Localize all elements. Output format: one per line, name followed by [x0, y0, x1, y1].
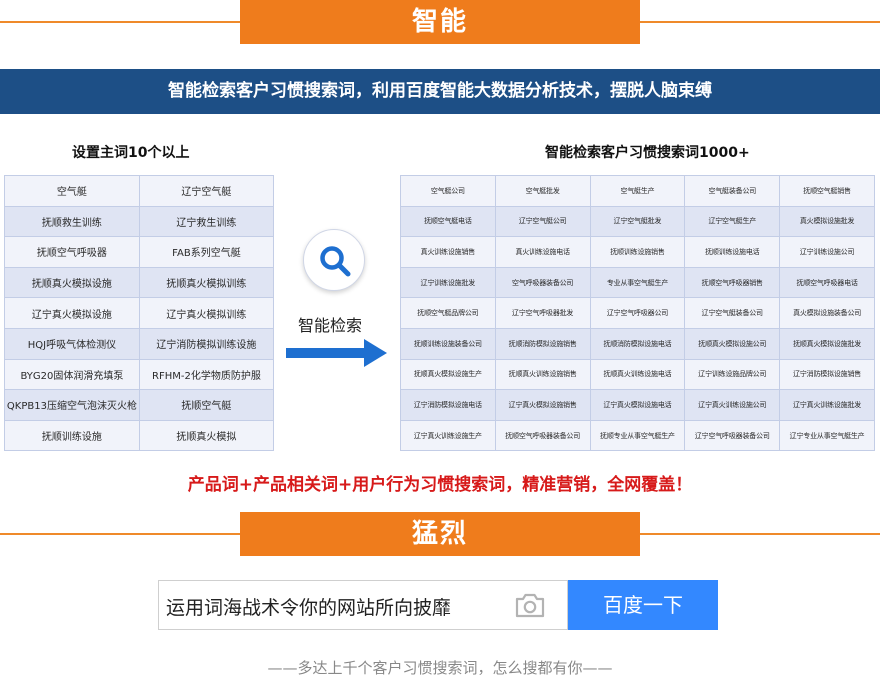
keyword-cell: 抚顺真火模拟设施生产 — [400, 358, 496, 391]
table-row: 辽宁训练设施批发 空气呼吸器装备公司 专业从事空气艇生产 抚顺空气呼吸器销售 抚顺空气呼… — [400, 266, 875, 299]
keyword-cell: 专业从事空气艇生产 — [589, 266, 686, 299]
keyword-cell: 抚顺训练设施电话 — [684, 236, 781, 268]
keyword-cell: 辽宁空气艇公司 — [494, 205, 591, 238]
table-row: 抚顺空气艇品牌公司 辽宁空气呼吸器批发 辽宁空气呼吸器公司 辽宁空气艇装备公司 真火模拟… — [400, 297, 875, 329]
keyword-cell: 真火训练设施电话 — [494, 236, 591, 268]
table-row: 空气艇 辽宁空气艇 — [4, 175, 275, 207]
keyword-cell: 辽宁训练设施公司 — [779, 236, 875, 268]
keyword-cell: 辽宁空气艇生产 — [684, 205, 781, 238]
keyword-cell: 抚顺空气艇销售 — [779, 175, 875, 207]
keyword-cell: 抚顺真火模拟设施 — [4, 266, 140, 299]
search-box[interactable]: 运用词海战术令你的网站所向披靡 — [158, 580, 568, 630]
table-row: BYG20固体润滑充填泵 RFHM-2化学物质防护服 — [4, 358, 275, 391]
table-row: 真火训练设施销售 真火训练设施电话 抚顺训练设施销售 抚顺训练设施电话 辽宁训练设施公司 — [400, 236, 875, 268]
keyword-cell: 抚顺专业从事空气艇生产 — [589, 419, 686, 452]
table-row: 抚顺真火模拟设施生产 抚顺真火训练设施销售 抚顺真火训练设施电话 辽宁训练设施品牌公司… — [400, 358, 875, 391]
keyword-cell: 空气艇生产 — [589, 175, 686, 207]
keyword-cell: 抚顺训练设施销售 — [589, 236, 686, 268]
keyword-cell: HQJ呼吸气体检测仪 — [4, 327, 140, 360]
keyword-cell: 辽宁空气呼吸器装备公司 — [684, 419, 781, 452]
banner-headline: 智能检索客户习惯搜索词，利用百度智能大数据分析技术，摆脱人脑束缚 — [0, 69, 880, 114]
search-input[interactable]: 运用词海战术令你的网站所向披靡 — [166, 593, 451, 620]
table-row: 辽宁真火模拟设施 辽宁真火模拟训练 — [4, 297, 275, 329]
keyword-cell: 辽宁真火模拟设施 — [4, 297, 140, 329]
keyword-cell: 辽宁真火模拟训练 — [138, 297, 275, 329]
keyword-cell: 抚顺真火模拟设施批发 — [779, 327, 875, 360]
keyword-cell: 抚顺真火模拟 — [138, 419, 275, 452]
keyword-cell: 辽宁真火训练设施公司 — [684, 389, 781, 421]
table-row: 空气艇公司 空气艇批发 空气艇生产 空气艇装备公司 抚顺空气艇销售 — [400, 175, 875, 207]
main-keywords-title: 设置主词10个以上 — [72, 145, 190, 161]
slogan-text: 产品词+产品相关词+用户行为习惯搜索词，精准营销，全网覆盖！ — [187, 475, 693, 495]
keyword-cell: 辽宁消防模拟设施销售 — [779, 358, 875, 391]
keyword-cell: 抚顺空气呼吸器销售 — [684, 266, 781, 299]
keyword-cell: 辽宁消防模拟设施电话 — [400, 389, 496, 421]
keyword-cell: 真火训练设施销售 — [400, 236, 496, 268]
keyword-cell: 真火模拟设施批发 — [779, 205, 875, 238]
keyword-cell: 辽宁空气艇 — [138, 175, 275, 207]
keyword-cell: 辽宁空气艇批发 — [589, 205, 686, 238]
keyword-cell: 真火模拟设施装备公司 — [779, 297, 875, 329]
keyword-cell: 抚顺空气艇 — [138, 389, 275, 421]
table-row: 抚顺真火模拟设施 抚顺真火模拟训练 — [4, 266, 275, 299]
section-title-smart: 智能 — [240, 0, 640, 44]
table-row: QKPB13压缩空气泡沫灭火枪 抚顺空气艇 — [4, 389, 275, 421]
table-row: 抚顺训练设施 抚顺真火模拟 — [4, 419, 275, 452]
keyword-cell: BYG20固体润滑充填泵 — [4, 358, 140, 391]
keyword-cell: 空气艇装备公司 — [684, 175, 781, 207]
keyword-cell: 辽宁专业从事空气艇生产 — [779, 419, 875, 452]
keyword-cell: 抚顺空气呼吸器 — [4, 236, 140, 268]
keyword-cell: 辽宁空气艇装备公司 — [684, 297, 781, 329]
keyword-cell: 抚顺训练设施 — [4, 419, 140, 452]
keyword-cell: 抚顺空气艇品牌公司 — [400, 297, 496, 329]
main-keywords-table: 空气艇 辽宁空气艇 抚顺救生训练 辽宁救生训练 抚顺空气呼吸器 FAB系列空气艇 抚顺真火模… — [4, 175, 275, 452]
keyword-cell: 空气呼吸器装备公司 — [494, 266, 591, 299]
expanded-keywords-table: 空气艇公司 空气艇批发 空气艇生产 空气艇装备公司 抚顺空气艇销售 抚顺空气艇电话 辽宁空气… — [400, 175, 875, 452]
search-icon-circle — [303, 229, 365, 291]
keyword-cell: 辽宁真火训练设施批发 — [779, 389, 875, 421]
keyword-cell: 抚顺空气呼吸器装备公司 — [494, 419, 591, 452]
keyword-cell: 抚顺真火训练设施电话 — [589, 358, 686, 391]
keyword-cell: QKPB13压缩空气泡沫灭火枪 — [4, 389, 140, 421]
keyword-cell: 空气艇公司 — [400, 175, 496, 207]
camera-icon[interactable] — [514, 592, 546, 619]
table-row: 辽宁真火训练设施生产 抚顺空气呼吸器装备公司 抚顺专业从事空气艇生产 辽宁空气呼吸器装… — [400, 419, 875, 452]
table-row: 抚顺空气艇电话 辽宁空气艇公司 辽宁空气艇批发 辽宁空气艇生产 真火模拟设施批发 — [400, 205, 875, 238]
keyword-cell: 辽宁训练设施批发 — [400, 266, 496, 299]
search-button[interactable]: 百度一下 — [568, 580, 718, 630]
keyword-cell: 辽宁空气呼吸器批发 — [494, 297, 591, 329]
keyword-cell: 辽宁训练设施品牌公司 — [684, 358, 781, 391]
keyword-cell: FAB系列空气艇 — [138, 236, 275, 268]
table-row: HQJ呼吸气体检测仪 辽宁消防模拟训练设施 — [4, 327, 275, 360]
keyword-cell: 抚顺真火模拟训练 — [138, 266, 275, 299]
search-icon — [320, 246, 351, 277]
keyword-cell: 抚顺空气艇电话 — [400, 205, 496, 238]
expanded-keywords-title: 智能检索客户习惯搜索词1000+ — [545, 145, 750, 161]
smart-search-label: 智能检索 — [298, 316, 363, 335]
keyword-cell: 空气艇 — [4, 175, 140, 207]
keyword-cell: RFHM-2化学物质防护服 — [138, 358, 275, 391]
keyword-cell: 辽宁真火训练设施生产 — [400, 419, 496, 452]
keyword-cell: 辽宁救生训练 — [138, 205, 275, 238]
keyword-cell: 辽宁空气呼吸器公司 — [589, 297, 686, 329]
keyword-cell: 辽宁消防模拟训练设施 — [138, 327, 275, 360]
keyword-cell: 抚顺训练设施装备公司 — [400, 327, 496, 360]
table-row: 抚顺训练设施装备公司 抚顺消防模拟设施销售 抚顺消防模拟设施电话 抚顺真火模拟设施公司… — [400, 327, 875, 360]
keyword-cell: 抚顺空气呼吸器电话 — [779, 266, 875, 299]
footer-caption: ——多达上千个客户习惯搜索词，怎么搜都有你—— — [267, 659, 613, 677]
keyword-cell: 辽宁真火模拟设施电话 — [589, 389, 686, 421]
keyword-cell: 抚顺消防模拟设施销售 — [494, 327, 591, 360]
table-row: 抚顺救生训练 辽宁救生训练 — [4, 205, 275, 238]
keyword-cell: 辽宁真火模拟设施销售 — [494, 389, 591, 421]
keyword-cell: 抚顺真火训练设施销售 — [494, 358, 591, 391]
table-row: 抚顺空气呼吸器 FAB系列空气艇 — [4, 236, 275, 268]
keyword-cell: 抚顺真火模拟设施公司 — [684, 327, 781, 360]
arrow-right-icon — [286, 339, 387, 367]
keyword-cell: 抚顺救生训练 — [4, 205, 140, 238]
table-row: 辽宁消防模拟设施电话 辽宁真火模拟设施销售 辽宁真火模拟设施电话 辽宁真火训练设施公司… — [400, 389, 875, 421]
keyword-cell: 抚顺消防模拟设施电话 — [589, 327, 686, 360]
section-title-fierce: 猛烈 — [240, 512, 640, 556]
keyword-cell: 空气艇批发 — [494, 175, 591, 207]
